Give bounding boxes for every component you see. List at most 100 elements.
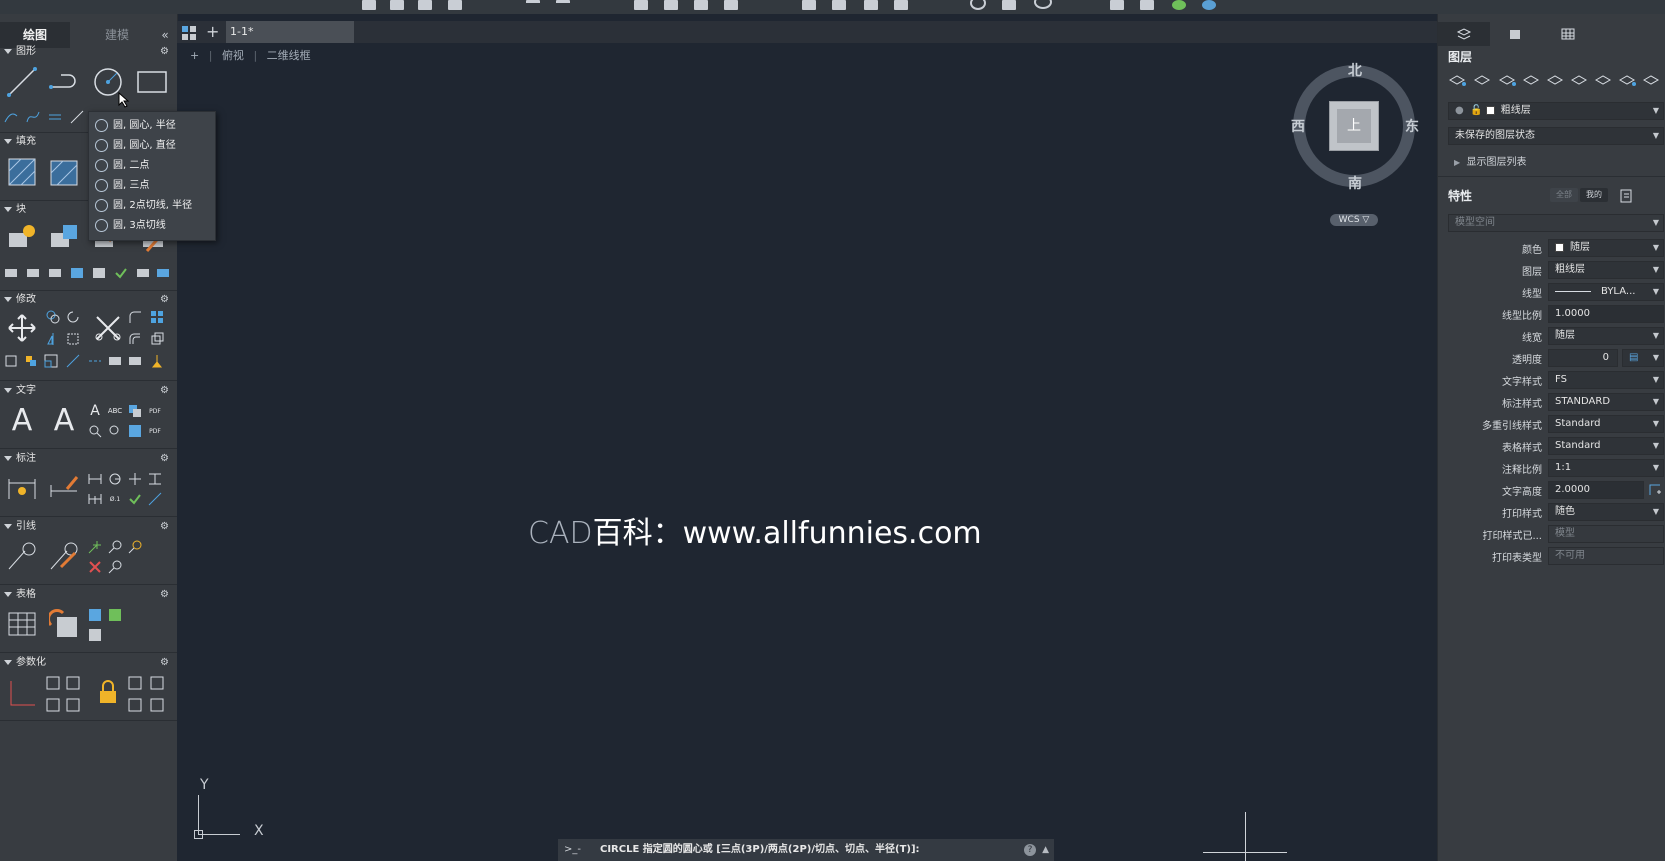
prop-dim-style-dropdown[interactable]: STANDARD ▼ — [1548, 393, 1664, 411]
section-text-header[interactable]: 文字 ⚙ — [0, 383, 177, 399]
prop-lineweight-dropdown[interactable]: 随层 ▼ — [1548, 327, 1664, 345]
align-tool-icon[interactable] — [108, 354, 122, 368]
explode-tool-icon[interactable] — [24, 354, 38, 368]
block-copy-icon[interactable] — [26, 266, 40, 280]
table-import-icon[interactable] — [88, 628, 102, 642]
break-tool-icon[interactable] — [66, 354, 80, 368]
gear-icon[interactable]: ⚙ — [160, 587, 169, 603]
gear-icon[interactable]: ⚙ — [160, 292, 169, 308]
arc-tool-icon[interactable] — [4, 110, 18, 124]
constrain-6-icon[interactable] — [66, 698, 80, 712]
toggle-all-button[interactable]: 全部 — [1550, 188, 1578, 202]
mline-tool-icon[interactable] — [48, 110, 62, 124]
table-style-icon[interactable] — [88, 608, 102, 622]
constrain-2-icon[interactable] — [66, 676, 80, 690]
single-text-icon[interactable]: A — [88, 403, 102, 419]
ray-tool-icon[interactable] — [70, 110, 84, 124]
dim-check-icon[interactable] — [128, 492, 142, 506]
transparency-mode-dropdown[interactable]: ▤ ▼ — [1622, 349, 1664, 367]
leader-edit-icon[interactable] — [46, 538, 82, 574]
collect-leader-icon[interactable] — [128, 540, 142, 554]
block-frame-icon[interactable] — [92, 266, 106, 280]
view-direction-button[interactable]: 俯视 — [222, 49, 244, 62]
leader-style-icon[interactable] — [108, 560, 122, 574]
table-icon[interactable] — [4, 606, 40, 642]
open-file-icon[interactable] — [390, 0, 404, 10]
constrain-7-icon[interactable] — [128, 698, 142, 712]
zoom-icon[interactable] — [970, 0, 986, 10]
menu-item-circle-2p[interactable]: 圆, 二点 — [93, 156, 213, 175]
remove-leader-icon[interactable] — [88, 560, 102, 574]
save-icon[interactable] — [418, 0, 432, 10]
match-prop-icon[interactable] — [150, 354, 164, 368]
section-table-header[interactable]: 表格 ⚙ — [0, 587, 177, 603]
compass-east[interactable]: 东 — [1405, 116, 1419, 136]
trim-tool-icon[interactable] — [90, 310, 126, 346]
constrain-4-icon[interactable] — [150, 676, 164, 690]
copy-tool-icon[interactable] — [46, 310, 60, 324]
insert-block-icon[interactable] — [4, 220, 40, 256]
block-tag-icon[interactable] — [4, 266, 18, 280]
gear-icon[interactable]: ⚙ — [160, 655, 169, 671]
menu-item-circle-3p[interactable]: 圆, 三点 — [93, 176, 213, 195]
multileader-icon[interactable] — [4, 538, 40, 574]
block-sync-icon[interactable] — [156, 266, 170, 280]
visual-style-button[interactable]: 二维线框 — [267, 49, 311, 62]
text-align-icon[interactable] — [128, 424, 142, 438]
viewcube-top-face[interactable]: 上 — [1337, 109, 1371, 143]
wcs-menu-button[interactable]: WCS ▽ — [1330, 214, 1378, 226]
add-leader-icon[interactable] — [88, 540, 102, 554]
auto-constrain-icon[interactable] — [4, 674, 40, 710]
match-icon[interactable] — [1140, 0, 1154, 10]
prop-text-height-input[interactable]: 2.0000 — [1548, 481, 1644, 499]
text-style-icon[interactable]: A — [46, 402, 82, 438]
dim-break-icon[interactable] — [148, 492, 162, 506]
apps-icon[interactable] — [1202, 0, 1216, 10]
ordinate-dim-icon[interactable] — [148, 472, 162, 486]
constrain-3-icon[interactable] — [128, 676, 142, 690]
pan-icon[interactable] — [1002, 0, 1016, 10]
spell-check-icon[interactable]: ABC — [108, 404, 122, 418]
orbit-icon[interactable] — [1034, 0, 1052, 9]
dimensional-lock-icon[interactable] — [90, 674, 126, 710]
toggle-mine-button[interactable]: 我的 — [1580, 188, 1608, 202]
menu-item-circle-ttr[interactable]: 圆, 2点切线, 半径 — [93, 196, 213, 215]
join-tool-icon[interactable] — [88, 354, 102, 368]
data-link-icon[interactable] — [46, 606, 82, 642]
pick-height-icon[interactable] — [1648, 482, 1662, 501]
rectangle-tool-icon[interactable] — [134, 64, 170, 100]
center-mark-icon[interactable] — [128, 472, 142, 486]
linear-dim-icon[interactable] — [88, 472, 102, 486]
pdf-text-icon[interactable]: PDF — [148, 404, 162, 418]
smart-dim-icon[interactable] — [4, 470, 40, 506]
tab-properties[interactable] — [1438, 22, 1490, 46]
array-tool-icon[interactable] — [150, 310, 164, 324]
text-search-icon[interactable] — [108, 424, 122, 438]
add-tab-button[interactable]: + — [206, 21, 219, 43]
mirror-tool-icon[interactable] — [46, 332, 60, 346]
attach-icon[interactable] — [894, 0, 908, 10]
page-setup-icon[interactable] — [724, 0, 738, 10]
move-tool-icon[interactable] — [4, 310, 40, 346]
line-tool-icon[interactable] — [4, 64, 40, 100]
radius-dim-icon[interactable] — [108, 472, 122, 486]
mtext-icon[interactable]: A — [4, 402, 40, 438]
import-icon[interactable] — [802, 0, 816, 10]
hatch-tool-icon[interactable] — [4, 154, 40, 190]
prop-linetype-scale-input[interactable]: 1.0000 — [1548, 305, 1664, 323]
constrain-1-icon[interactable] — [46, 676, 60, 690]
plot-icon[interactable] — [664, 0, 678, 10]
document-tab[interactable]: 1-1* — [226, 21, 354, 43]
print-icon[interactable] — [634, 0, 648, 10]
text-edit-icon[interactable] — [128, 404, 142, 418]
edit-tool-icon[interactable] — [128, 354, 142, 368]
section-dimension-header[interactable]: 标注 ⚙ — [0, 451, 177, 467]
stretch-tool-icon[interactable] — [66, 332, 80, 346]
constrain-8-icon[interactable] — [150, 698, 164, 712]
fillet-tool-icon[interactable] — [128, 310, 142, 324]
rotate-tool-icon[interactable] — [66, 310, 80, 324]
3d-tool-icon[interactable] — [150, 332, 164, 346]
save-as-icon[interactable] — [448, 0, 462, 10]
gear-icon[interactable]: ⚙ — [160, 383, 169, 399]
section-modify-header[interactable]: 修改 ⚙ — [0, 292, 177, 308]
